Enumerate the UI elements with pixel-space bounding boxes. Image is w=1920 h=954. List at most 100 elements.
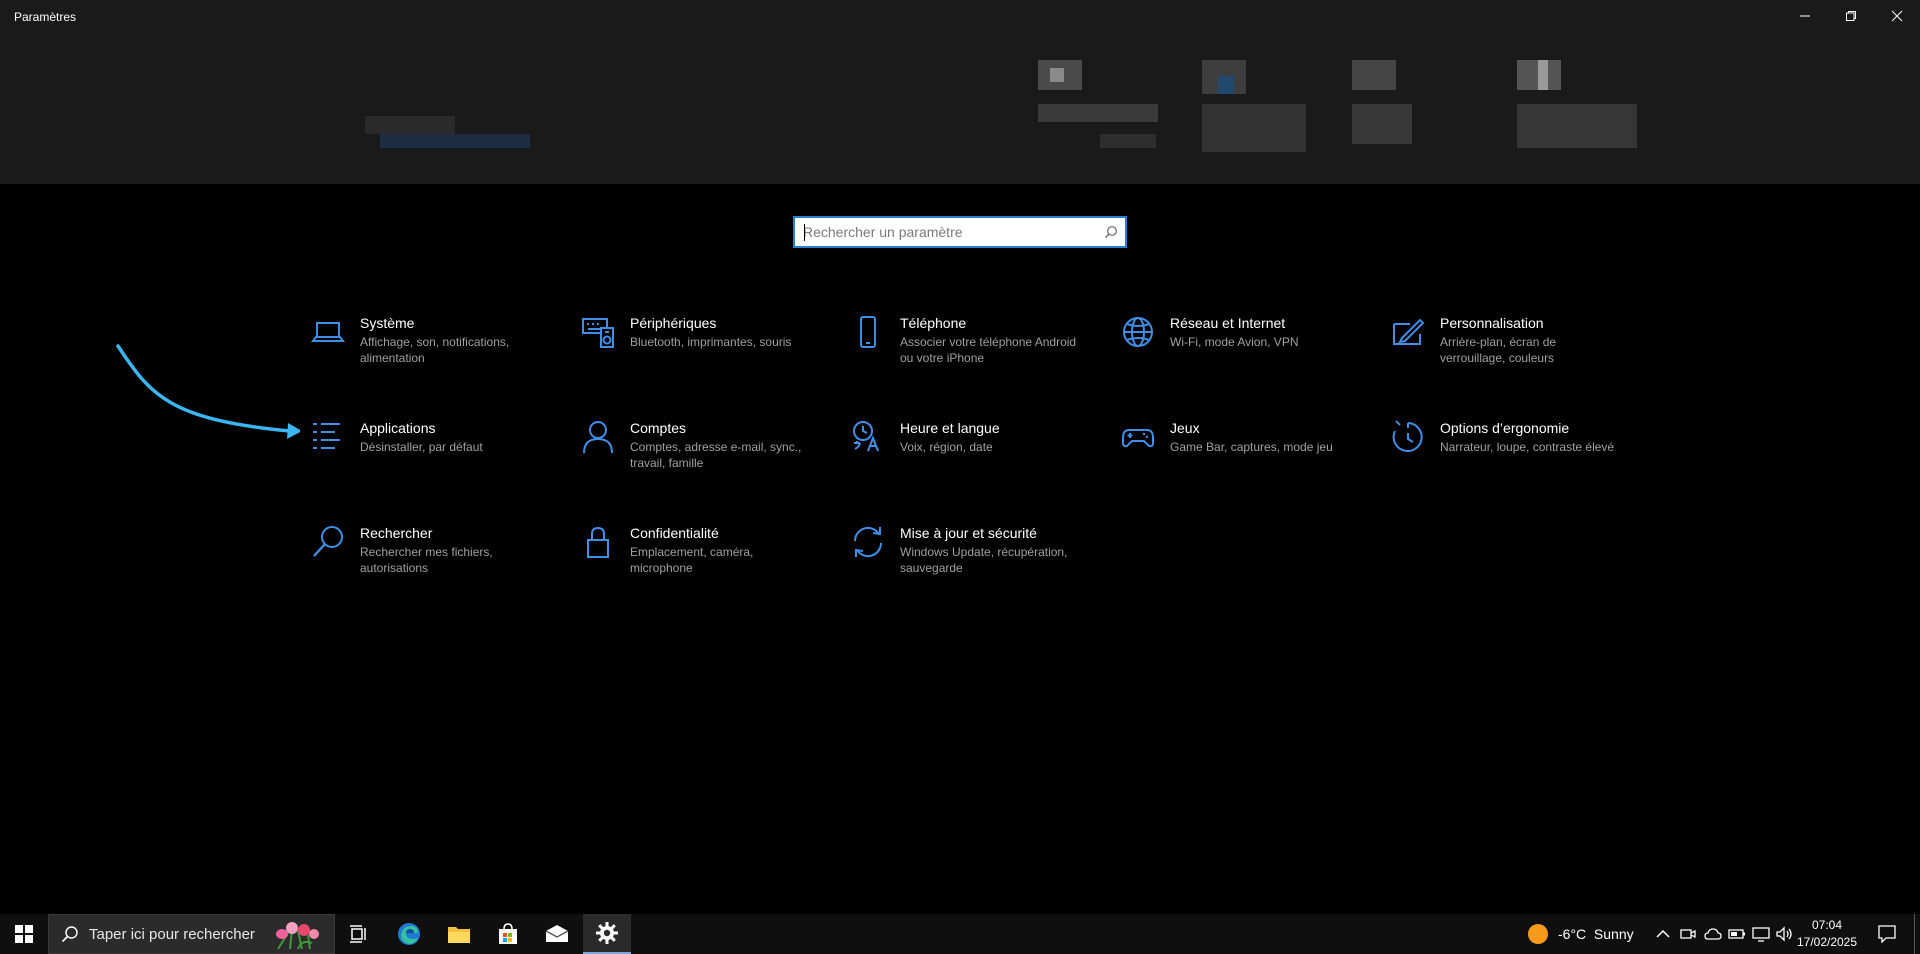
category-personalization[interactable]: Personnalisation Arrière-plan, écran de … [1390, 312, 1640, 392]
devices-icon [580, 314, 616, 350]
file-explorer-button[interactable] [435, 914, 483, 954]
category-description: Voix, région, date [900, 440, 993, 454]
weather-widget[interactable]: -6°C Sunny [1528, 914, 1634, 954]
onedrive-icon[interactable] [1704, 914, 1722, 954]
category-description: Windows Update, récupération, sauvegarde [900, 545, 1068, 575]
mail-icon [545, 925, 569, 942]
battery-icon[interactable] [1728, 914, 1746, 954]
lock-icon [580, 524, 616, 560]
category-network[interactable]: Réseau et Internet Wi-Fi, mode Avion, VP… [1120, 312, 1370, 392]
notifications-button[interactable] [1878, 914, 1896, 954]
folder-icon [448, 927, 470, 943]
gear-icon [596, 922, 618, 944]
text-caret [804, 224, 805, 241]
category-devices[interactable]: Périphériques Bluetooth, imprimantes, so… [580, 312, 830, 392]
time-language-icon [850, 419, 886, 455]
blurred-status-text [1202, 104, 1306, 152]
category-description: Bluetooth, imprimantes, souris [630, 335, 792, 349]
category-name: Applications [360, 420, 436, 436]
globe-icon [1120, 314, 1156, 350]
category-description: Associer votre téléphone Android ou votr… [900, 335, 1077, 365]
personalization-icon [1390, 314, 1426, 350]
network-icon[interactable] [1752, 914, 1770, 954]
category-name: Personnalisation [1440, 315, 1544, 331]
blurred-avatar-area [365, 116, 455, 134]
meet-now-icon[interactable] [1680, 914, 1696, 954]
category-name: Système [360, 315, 415, 331]
edge-icon [398, 923, 420, 945]
clock-time: 07:04 [1811, 918, 1843, 932]
notification-icon [1878, 925, 1896, 943]
category-accounts[interactable]: Comptes Comptes, adresse e-mail, sync., … [580, 417, 830, 497]
category-name: Options d’ergonomie [1440, 420, 1570, 436]
window-title: Paramètres [14, 10, 77, 24]
search-icon [61, 926, 78, 943]
blurred-status-text [1038, 104, 1158, 122]
category-gaming[interactable]: Jeux Game Bar, captures, mode jeu [1120, 417, 1370, 497]
taskbar: Taper ici pour rechercher -6°C Sunny 07:… [0, 914, 1920, 954]
sun-icon [1528, 924, 1548, 944]
task-view-button[interactable] [335, 914, 383, 954]
category-description: Game Bar, captures, mode jeu [1170, 440, 1333, 454]
category-description: Emplacement, caméra, microphone [630, 545, 754, 575]
blurred-status-text [1517, 104, 1637, 148]
clock-date: 17/02/2025 [1796, 935, 1858, 949]
settings-search-input[interactable] [795, 218, 1097, 246]
taskbar-search-placeholder: Taper ici pour rechercher [89, 925, 255, 943]
account-header [0, 34, 1920, 184]
settings-taskbar-button[interactable] [583, 914, 631, 954]
category-name: Réseau et Internet [1170, 315, 1286, 331]
category-system[interactable]: Système Affichage, son, notifications, a… [310, 312, 560, 392]
weather-text: -6°C Sunny [1558, 926, 1634, 942]
taskbar-search-box[interactable]: Taper ici pour rechercher [48, 914, 335, 954]
category-name: Mise à jour et sécurité [900, 525, 1037, 541]
show-desktop-divider[interactable] [1914, 914, 1915, 954]
title-bar: Paramètres [0, 0, 1920, 34]
show-hidden-icons-button[interactable] [1656, 914, 1670, 954]
category-name: Comptes [630, 420, 687, 436]
category-description: Rechercher mes fichiers, autorisations [360, 545, 493, 575]
category-time-language[interactable]: Heure et langue Voix, région, date [850, 417, 1100, 497]
ease-of-access-icon [1390, 419, 1426, 455]
category-name: Téléphone [900, 315, 967, 331]
gamepad-icon [1120, 419, 1156, 455]
category-search[interactable]: Rechercher Rechercher mes fichiers, auto… [310, 522, 560, 602]
category-name: Périphériques [630, 315, 717, 331]
blurred-status-text [1352, 104, 1412, 144]
category-description: Arrière-plan, écran de verrouillage, cou… [1440, 335, 1557, 365]
category-description: Wi-Fi, mode Avion, VPN [1170, 335, 1299, 349]
category-description: Affichage, son, notifications, alimentat… [360, 335, 510, 365]
phone-icon [850, 314, 886, 350]
search-icon [310, 524, 346, 560]
minimize-button[interactable] [1782, 0, 1828, 32]
category-apps[interactable]: Applications Désinstaller, par défaut [310, 417, 560, 497]
category-name: Confidentialité [630, 525, 719, 541]
category-name: Jeux [1170, 420, 1200, 436]
store-button[interactable] [484, 914, 532, 954]
category-privacy[interactable]: Confidentialité Emplacement, caméra, mic… [580, 522, 830, 602]
category-description: Narrateur, loupe, contraste élevé [1440, 440, 1615, 454]
category-ease-of-access[interactable]: Options d’ergonomie Narrateur, loupe, co… [1390, 417, 1640, 497]
store-bag-icon [499, 923, 517, 944]
category-phone[interactable]: Téléphone Associer votre téléphone Andro… [850, 312, 1100, 392]
tulips-icon [276, 922, 319, 950]
minimize-icon [1800, 15, 1810, 17]
maximize-button[interactable] [1828, 0, 1874, 32]
category-description: Comptes, adresse e-mail, sync., travail,… [630, 440, 802, 470]
edge-button[interactable] [385, 914, 433, 954]
clock[interactable]: 07:04 17/02/2025 [1792, 917, 1862, 951]
search-icon[interactable] [1097, 218, 1125, 246]
start-button[interactable] [0, 914, 48, 954]
category-description: Désinstaller, par défaut [360, 440, 483, 454]
category-name: Rechercher [360, 525, 433, 541]
settings-search-box[interactable] [793, 216, 1127, 248]
mail-button[interactable] [533, 914, 581, 954]
restore-icon [1846, 11, 1856, 21]
task-view-icon [350, 925, 366, 943]
close-button[interactable] [1874, 0, 1920, 32]
category-name: Heure et langue [900, 420, 1000, 436]
update-icon [850, 524, 886, 560]
apps-list-icon [310, 419, 346, 455]
windows-logo-icon [15, 925, 33, 943]
category-update-security[interactable]: Mise à jour et sécurité Windows Update, … [850, 522, 1100, 602]
